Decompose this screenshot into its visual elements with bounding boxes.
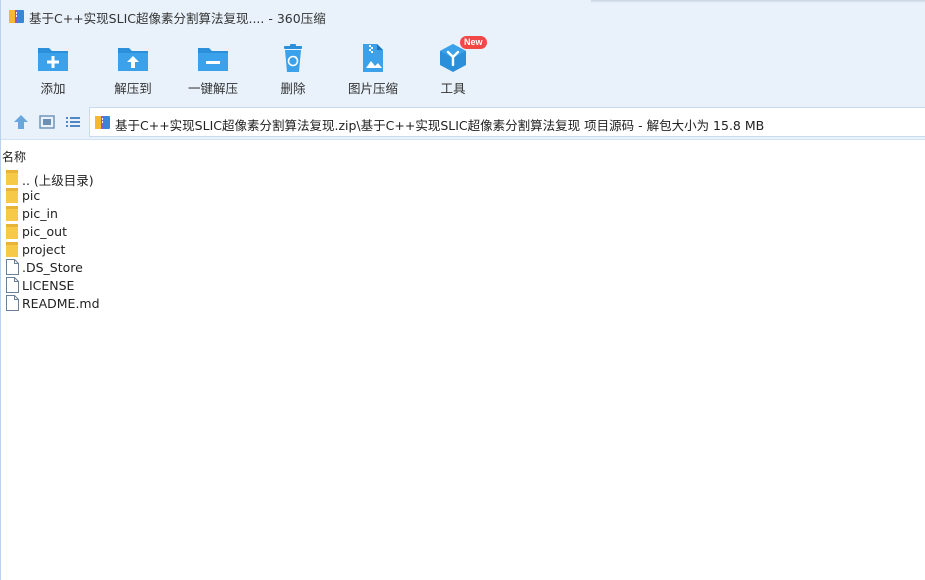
image-zip-icon	[363, 44, 383, 72]
delete-button[interactable]: 删除	[258, 38, 328, 98]
file-icon	[6, 259, 19, 275]
extract-to-button[interactable]: 解压到	[98, 38, 168, 98]
list-header: 名称	[1, 145, 925, 167]
add-label: 添加	[40, 81, 66, 96]
recycle-bin-icon	[284, 44, 302, 72]
zip-archive-icon	[9, 10, 24, 23]
window-title: 基于C++实现SLIC超像素分割算法复现.... - 360压缩	[29, 11, 326, 26]
file-icon	[6, 295, 19, 311]
file-icon	[6, 277, 19, 293]
list-item-project[interactable]: project	[1, 240, 201, 258]
folder-icon	[6, 170, 18, 185]
thumbnail-view-icon[interactable]	[38, 113, 56, 131]
extract-folder-icon	[118, 48, 148, 71]
list-item-name: .DS_Store	[22, 260, 83, 275]
zip-archive-icon	[95, 116, 110, 129]
title-bar-edge	[591, 0, 925, 3]
column-header-name[interactable]: 名称	[2, 148, 26, 165]
toolbar: 添加 解压到 一键解压 删除 图片压缩 New 工具	[1, 32, 925, 104]
folder-icon	[6, 242, 18, 257]
list-item-pic-in[interactable]: pic_in	[1, 204, 201, 222]
quick-extract-folder-icon	[198, 48, 228, 71]
list-item-name: pic_out	[22, 224, 68, 239]
list-item-ds-store[interactable]: .DS_Store	[1, 258, 201, 276]
list-item-name: LICENSE	[22, 278, 75, 293]
address-path: 基于C++实现SLIC超像素分割算法复现.zip\基于C++实现SLIC超像素分…	[115, 118, 765, 133]
list-item-readme[interactable]: README.md	[1, 294, 201, 312]
list-item-pic-out[interactable]: pic_out	[1, 222, 201, 240]
folder-icon	[6, 206, 18, 221]
image-compress-label: 图片压缩	[347, 81, 398, 96]
new-badge: New	[460, 36, 487, 49]
one-click-extract-label: 一键解压	[187, 81, 238, 96]
image-compress-button[interactable]: 图片压缩	[338, 38, 408, 98]
list-item-name: README.md	[22, 296, 100, 311]
list-item-name: project	[22, 242, 66, 257]
tools-button[interactable]: New 工具	[418, 36, 488, 98]
folder-icon	[6, 188, 18, 203]
extract-to-label: 解压到	[114, 81, 152, 96]
tools-label: 工具	[440, 81, 466, 96]
list-item-license[interactable]: LICENSE	[1, 276, 201, 294]
app-window: 基于C++实现SLIC超像素分割算法复现.... - 360压缩 添加 解压到	[0, 0, 925, 580]
up-arrow-icon[interactable]	[12, 113, 30, 131]
list-item-parent-directory[interactable]: .. (上级目录)	[1, 168, 201, 188]
file-list: .. (上级目录) pic pic_in pic_out project .DS…	[1, 168, 925, 312]
add-folder-icon	[38, 48, 68, 71]
address-bar[interactable]: 基于C++实现SLIC超像素分割算法复现.zip\基于C++实现SLIC超像素分…	[89, 107, 925, 137]
list-view-icon[interactable]	[64, 113, 82, 131]
folder-icon	[6, 224, 18, 239]
list-item-name: pic	[22, 188, 41, 203]
delete-label: 删除	[280, 81, 306, 96]
one-click-extract-button[interactable]: 一键解压	[178, 38, 248, 98]
add-button[interactable]: 添加	[18, 38, 88, 98]
navigation-bar: 基于C++实现SLIC超像素分割算法复现.zip\基于C++实现SLIC超像素分…	[1, 104, 925, 140]
list-item-pic[interactable]: pic	[1, 186, 201, 204]
title-bar[interactable]: 基于C++实现SLIC超像素分割算法复现.... - 360压缩	[1, 0, 925, 32]
list-item-name: pic_in	[22, 206, 58, 221]
